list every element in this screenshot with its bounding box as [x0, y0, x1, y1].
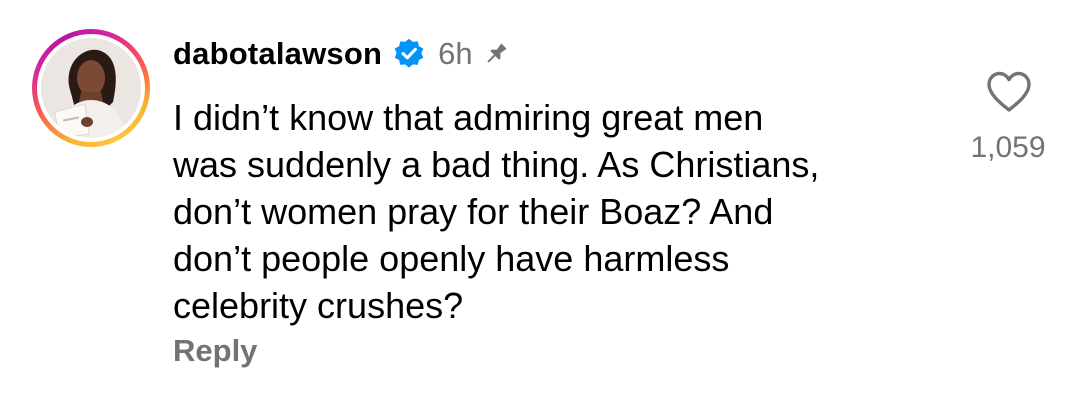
like-count: 1,059	[970, 131, 1046, 164]
pin-icon	[481, 39, 511, 69]
reply-button[interactable]: Reply	[173, 333, 257, 369]
timestamp: 6h	[438, 36, 473, 71]
comment: dabotalawson 6h I didn’t know that admir…	[0, 0, 1080, 409]
heart-outline-icon[interactable]	[985, 70, 1033, 114]
avatar-image	[41, 38, 141, 138]
avatar-story-ring[interactable]	[32, 29, 150, 147]
avatar[interactable]	[41, 38, 141, 138]
comment-header: dabotalawson 6h	[173, 34, 511, 74]
comment-text: I didn’t know that admiring great men wa…	[173, 97, 820, 326]
verified-badge-icon	[392, 37, 426, 71]
username[interactable]: dabotalawson	[173, 36, 382, 72]
